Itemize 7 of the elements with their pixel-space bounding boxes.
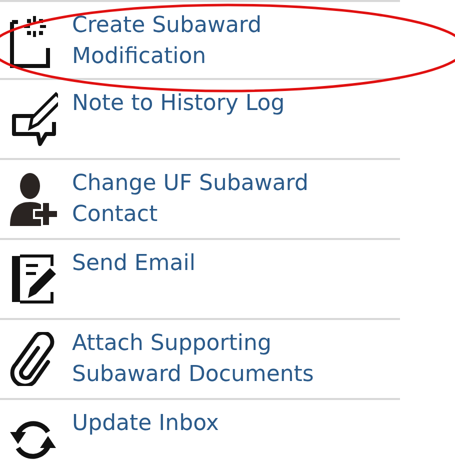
action-link[interactable]: Create Subaward Modification [72,10,372,78]
action-link[interactable]: Note to History Log [72,88,285,158]
person-add-icon [8,172,58,226]
action-link[interactable]: Update Inbox [72,408,219,460]
action-link[interactable]: Change UF Subaward Contact [72,168,372,238]
action-link[interactable]: Attach Supporting Subaward Documents [72,328,372,398]
action-link[interactable]: Send Email [72,248,196,318]
